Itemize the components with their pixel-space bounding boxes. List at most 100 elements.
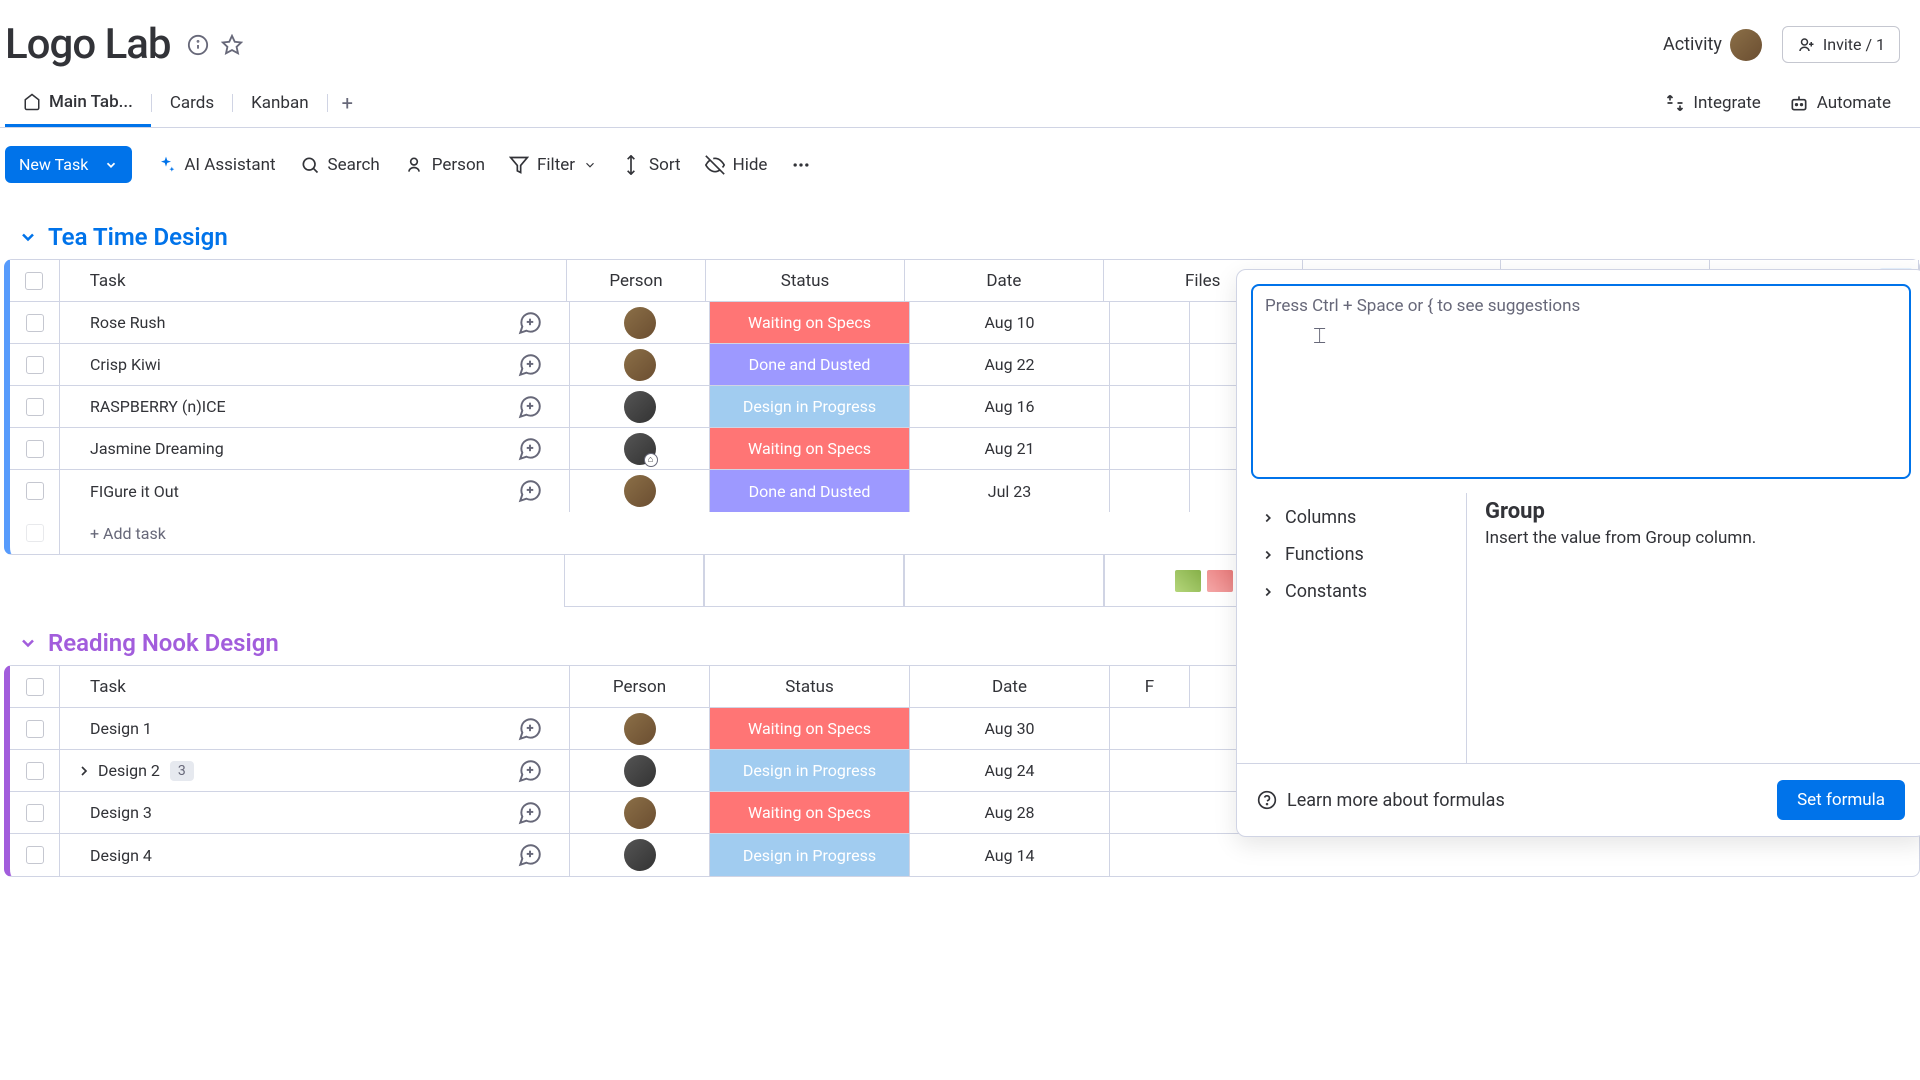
add-tab-button[interactable]: + — [328, 79, 367, 127]
column-header-task[interactable]: Task — [60, 260, 567, 301]
integrate-button[interactable]: Integrate — [1665, 93, 1760, 113]
files-cell[interactable] — [1110, 302, 1190, 343]
column-header-status[interactable]: Status — [706, 260, 905, 301]
conversation-button[interactable] — [490, 344, 570, 385]
select-all-checkbox[interactable] — [10, 260, 60, 301]
status-cell[interactable]: Design in Progress — [710, 750, 910, 791]
ai-assistant-button[interactable]: AI Assistant — [156, 155, 275, 175]
conversation-button[interactable] — [490, 386, 570, 427]
status-cell[interactable]: Done and Dusted — [710, 344, 910, 385]
row-checkbox[interactable] — [10, 834, 60, 876]
more-options-button[interactable] — [791, 155, 811, 175]
search-button[interactable]: Search — [300, 155, 380, 175]
task-name[interactable]: FIGure it Out — [60, 470, 490, 512]
new-task-button[interactable]: New Task — [5, 146, 132, 183]
status-cell[interactable]: Waiting on Specs — [710, 792, 910, 833]
status-cell[interactable]: Design in Progress — [710, 834, 910, 876]
column-header-status[interactable]: Status — [710, 666, 910, 707]
files-cell[interactable] — [1110, 834, 1190, 876]
files-cell[interactable] — [1110, 344, 1190, 385]
table-row[interactable]: Design 4 Design in ProgressAug 14 — [10, 834, 1919, 876]
column-header-date[interactable]: Date — [905, 260, 1104, 301]
date-cell[interactable]: Aug 21 — [910, 428, 1110, 469]
status-cell[interactable]: Waiting on Specs — [710, 708, 910, 749]
row-checkbox[interactable] — [10, 302, 60, 343]
date-cell[interactable]: Aug 30 — [910, 708, 1110, 749]
task-name[interactable]: Crisp Kiwi — [60, 344, 490, 385]
task-name[interactable]: Design 23 — [60, 750, 490, 791]
conversation-button[interactable] — [490, 750, 570, 791]
chevron-down-icon[interactable] — [104, 158, 118, 172]
date-cell[interactable]: Aug 24 — [910, 750, 1110, 791]
task-name[interactable]: Jasmine Dreaming — [60, 428, 490, 469]
files-cell[interactable] — [1110, 386, 1190, 427]
conversation-button[interactable] — [490, 834, 570, 876]
conversation-button[interactable] — [490, 428, 570, 469]
row-checkbox[interactable] — [10, 708, 60, 749]
date-cell[interactable]: Aug 22 — [910, 344, 1110, 385]
files-cell[interactable] — [1110, 708, 1190, 749]
group-title[interactable]: Reading Nook Design — [48, 629, 279, 657]
person-cell[interactable] — [570, 470, 710, 512]
person-cell[interactable] — [570, 792, 710, 833]
column-header-date[interactable]: Date — [910, 666, 1110, 707]
date-cell[interactable]: Aug 28 — [910, 792, 1110, 833]
status-cell[interactable]: Waiting on Specs — [710, 428, 910, 469]
person-cell[interactable] — [570, 344, 710, 385]
person-cell[interactable] — [570, 834, 710, 876]
files-cell[interactable] — [1110, 470, 1190, 512]
invite-button[interactable]: Invite / 1 — [1782, 26, 1900, 63]
set-formula-button[interactable]: Set formula — [1777, 780, 1905, 820]
date-cell[interactable]: Jul 23 — [910, 470, 1110, 512]
files-cell[interactable] — [1110, 428, 1190, 469]
board-title[interactable]: Logo Lab — [5, 20, 171, 69]
date-cell[interactable]: Aug 16 — [910, 386, 1110, 427]
column-header-task[interactable]: Task — [60, 666, 570, 707]
task-name[interactable]: Design 4 — [60, 834, 490, 876]
tab-kanban[interactable]: Kanban — [233, 81, 326, 125]
task-name[interactable]: RASPBERRY (n)ICE — [60, 386, 490, 427]
conversation-button[interactable] — [490, 708, 570, 749]
select-all-checkbox[interactable] — [10, 666, 60, 707]
filter-button[interactable]: Filter — [509, 155, 597, 175]
person-cell[interactable] — [570, 708, 710, 749]
person-filter-button[interactable]: Person — [404, 155, 485, 175]
formula-section-functions[interactable]: Functions — [1261, 536, 1442, 573]
date-cell[interactable]: Aug 10 — [910, 302, 1110, 343]
tab-main[interactable]: Main Tab... — [5, 80, 151, 127]
person-cell[interactable]: ⌂ — [570, 428, 710, 469]
person-cell[interactable] — [570, 302, 710, 343]
row-checkbox[interactable] — [10, 750, 60, 791]
automate-button[interactable]: Automate — [1789, 93, 1891, 113]
status-cell[interactable]: Design in Progress — [710, 386, 910, 427]
row-checkbox[interactable] — [10, 344, 60, 385]
task-name[interactable]: Design 3 — [60, 792, 490, 833]
row-checkbox[interactable] — [10, 792, 60, 833]
collapse-group-icon[interactable] — [18, 227, 38, 247]
conversation-button[interactable] — [490, 302, 570, 343]
add-task-button[interactable]: + Add task — [60, 524, 166, 543]
conversation-button[interactable] — [490, 792, 570, 833]
row-checkbox[interactable] — [10, 470, 60, 512]
formula-input[interactable]: Press Ctrl + Space or { to see suggestio… — [1251, 284, 1911, 479]
learn-more-link[interactable]: Learn more about formulas — [1257, 790, 1505, 811]
files-cell[interactable] — [1110, 792, 1190, 833]
hide-button[interactable]: Hide — [705, 155, 768, 175]
row-checkbox[interactable] — [10, 386, 60, 427]
expand-subitems-icon[interactable] — [76, 763, 92, 779]
activity-label[interactable]: Activity — [1663, 34, 1722, 55]
date-cell[interactable]: Aug 14 — [910, 834, 1110, 876]
formula-section-constants[interactable]: Constants — [1261, 573, 1442, 610]
star-icon[interactable] — [221, 34, 243, 56]
files-cell[interactable] — [1110, 750, 1190, 791]
person-cell[interactable] — [570, 386, 710, 427]
formula-section-columns[interactable]: Columns — [1261, 499, 1442, 536]
column-header-person[interactable]: Person — [570, 666, 710, 707]
sort-button[interactable]: Sort — [621, 155, 681, 175]
conversation-button[interactable] — [490, 470, 570, 512]
info-icon[interactable] — [187, 34, 209, 56]
collapse-group-icon[interactable] — [18, 633, 38, 653]
user-avatar[interactable] — [1730, 29, 1762, 61]
row-checkbox[interactable] — [10, 428, 60, 469]
task-name[interactable]: Design 1 — [60, 708, 490, 749]
